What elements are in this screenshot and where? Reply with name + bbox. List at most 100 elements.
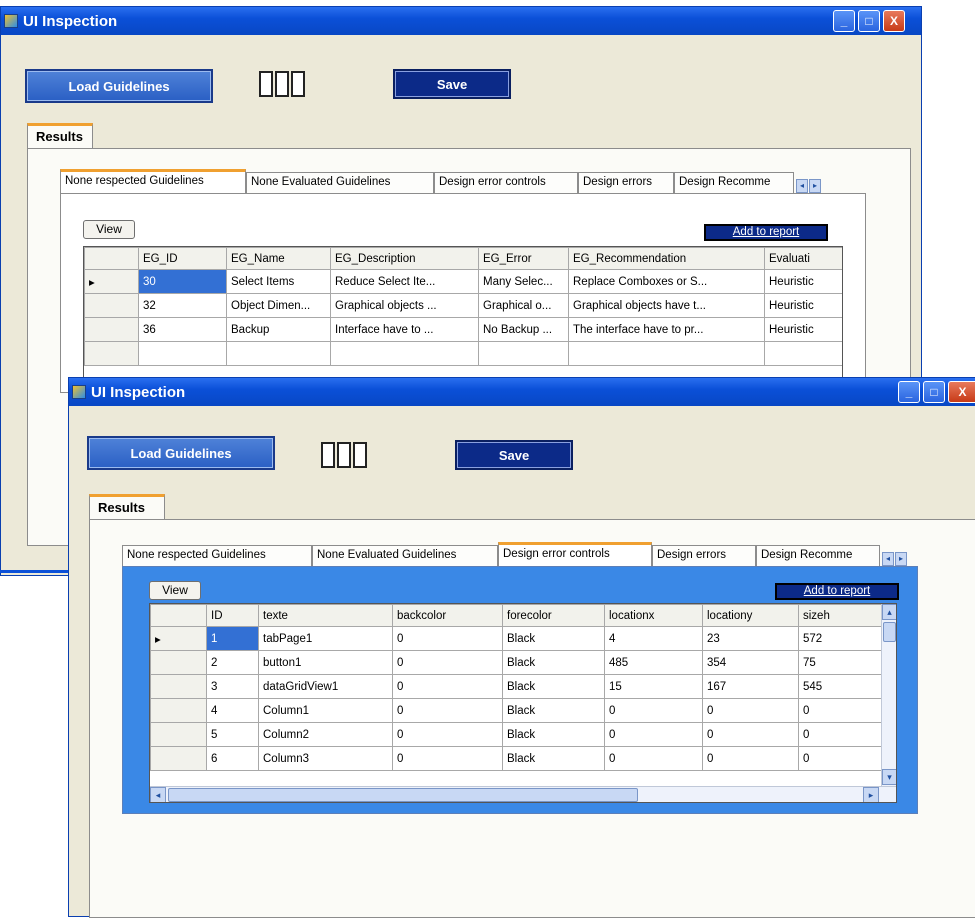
- close-button[interactable]: X: [883, 10, 905, 32]
- scroll-left-icon[interactable]: ◂: [150, 787, 166, 802]
- table-cell[interactable]: Graphical o...: [478, 293, 569, 318]
- table-cell[interactable]: 5: [206, 722, 259, 747]
- column-header[interactable]: backcolor: [392, 604, 503, 627]
- table-cell[interactable]: 23: [702, 626, 799, 651]
- maximize-button[interactable]: □: [923, 381, 945, 403]
- table-cell[interactable]: Select Items: [226, 269, 331, 294]
- tab-none-evaluated[interactable]: None Evaluated Guidelines: [246, 172, 434, 193]
- table-cell[interactable]: 0: [392, 650, 503, 675]
- tab-design-errors[interactable]: Design errors: [652, 545, 756, 566]
- table-cell[interactable]: Black: [502, 722, 605, 747]
- tab-scroll-right-icon[interactable]: ▸: [809, 179, 821, 193]
- tab-results[interactable]: Results: [89, 494, 165, 520]
- table-cell[interactable]: Column3: [258, 746, 393, 771]
- table-row[interactable]: 36 Backup Interface have to ... No Backu…: [84, 317, 842, 342]
- tab-none-respected[interactable]: None respected Guidelines: [122, 545, 312, 566]
- scroll-up-icon[interactable]: ▴: [882, 604, 896, 620]
- column-header[interactable]: forecolor: [502, 604, 605, 627]
- table-row[interactable]: 6 Column3 0 Black 0 0 0: [150, 746, 885, 771]
- table-cell[interactable]: No Backup ...: [478, 317, 569, 342]
- table-cell[interactable]: The interface have to pr...: [568, 317, 765, 342]
- table-cell[interactable]: Heuristic: [764, 293, 842, 318]
- row-pointer-icon[interactable]: ▸: [84, 269, 139, 294]
- row-header[interactable]: [84, 293, 139, 318]
- scroll-right-icon[interactable]: ▸: [863, 787, 879, 802]
- column-header[interactable]: EG_Recommendation: [568, 247, 765, 270]
- vertical-scroll-thumb[interactable]: [883, 622, 896, 642]
- table-row[interactable]: ▸ 1 tabPage1 0 Black 4 23 572: [150, 626, 885, 651]
- table-cell[interactable]: Black: [502, 626, 605, 651]
- view-button[interactable]: View: [149, 581, 201, 600]
- table-cell[interactable]: 0: [392, 722, 503, 747]
- row-header[interactable]: [150, 698, 207, 723]
- table-row[interactable]: 2 button1 0 Black 485 354 75: [150, 650, 885, 675]
- table-cell[interactable]: 0: [798, 698, 885, 723]
- tab-scroll-left-icon[interactable]: ◂: [882, 552, 894, 566]
- table-row[interactable]: [84, 341, 842, 366]
- table-cell[interactable]: Replace Comboxes or S...: [568, 269, 765, 294]
- table-cell[interactable]: 1: [206, 626, 259, 651]
- tab-scroll-right-icon[interactable]: ▸: [895, 552, 907, 566]
- table-cell[interactable]: Black: [502, 746, 605, 771]
- table-cell[interactable]: 32: [138, 293, 227, 318]
- vertical-scrollbar[interactable]: ▴ ▾: [881, 604, 896, 786]
- close-button[interactable]: X: [948, 381, 975, 403]
- horizontal-scrollbar[interactable]: ◂ ▸: [150, 786, 896, 802]
- back-title-bar[interactable]: UI Inspection _ □ X: [1, 7, 921, 35]
- column-header[interactable]: locationy: [702, 604, 799, 627]
- table-cell[interactable]: 545: [798, 674, 885, 699]
- table-cell[interactable]: 6: [206, 746, 259, 771]
- tab-design-recommendations[interactable]: Design Recomme: [674, 172, 794, 193]
- table-cell[interactable]: 36: [138, 317, 227, 342]
- table-cell[interactable]: 0: [392, 626, 503, 651]
- minimize-button[interactable]: _: [833, 10, 855, 32]
- table-cell[interactable]: 572: [798, 626, 885, 651]
- table-cell[interactable]: 0: [702, 722, 799, 747]
- table-cell[interactable]: dataGridView1: [258, 674, 393, 699]
- column-header[interactable]: locationx: [604, 604, 703, 627]
- table-cell[interactable]: Graphical objects ...: [330, 293, 479, 318]
- table-row[interactable]: 32 Object Dimen... Graphical objects ...…: [84, 293, 842, 318]
- column-header[interactable]: EG_Description: [330, 247, 479, 270]
- table-cell[interactable]: 15: [604, 674, 703, 699]
- front-title-bar[interactable]: UI Inspection _ □ X: [69, 378, 975, 406]
- save-button[interactable]: Save: [455, 440, 573, 470]
- column-header[interactable]: EG_ID: [138, 247, 227, 270]
- row-header[interactable]: [150, 674, 207, 699]
- table-cell[interactable]: 0: [702, 746, 799, 771]
- table-cell[interactable]: tabPage1: [258, 626, 393, 651]
- tab-design-error-controls[interactable]: Design error controls: [498, 542, 652, 566]
- table-cell[interactable]: button1: [258, 650, 393, 675]
- minimize-button[interactable]: _: [898, 381, 920, 403]
- table-cell[interactable]: Black: [502, 674, 605, 699]
- maximize-button[interactable]: □: [858, 10, 880, 32]
- table-cell[interactable]: 2: [206, 650, 259, 675]
- table-cell[interactable]: 354: [702, 650, 799, 675]
- table-cell[interactable]: 4: [604, 626, 703, 651]
- table-cell[interactable]: 75: [798, 650, 885, 675]
- tab-design-errors[interactable]: Design errors: [578, 172, 674, 193]
- column-header[interactable]: texte: [258, 604, 393, 627]
- table-cell[interactable]: Black: [502, 650, 605, 675]
- table-cell[interactable]: 0: [392, 746, 503, 771]
- table-cell[interactable]: 30: [138, 269, 227, 294]
- view-button[interactable]: View: [83, 220, 135, 239]
- table-cell[interactable]: 0: [798, 746, 885, 771]
- table-cell[interactable]: Column2: [258, 722, 393, 747]
- table-cell[interactable]: 0: [798, 722, 885, 747]
- save-button[interactable]: Save: [393, 69, 511, 99]
- add-to-report-button[interactable]: Add to report: [775, 583, 899, 600]
- table-cell[interactable]: Backup: [226, 317, 331, 342]
- column-header[interactable]: sizeh: [798, 604, 885, 627]
- table-cell[interactable]: 167: [702, 674, 799, 699]
- table-cell[interactable]: Black: [502, 698, 605, 723]
- row-pointer-icon[interactable]: ▸: [150, 626, 207, 651]
- row-header[interactable]: [150, 746, 207, 771]
- table-cell[interactable]: 485: [604, 650, 703, 675]
- tab-results[interactable]: Results: [27, 123, 93, 149]
- table-cell[interactable]: Many Selec...: [478, 269, 569, 294]
- table-cell[interactable]: Heuristic: [764, 317, 842, 342]
- scroll-down-icon[interactable]: ▾: [882, 769, 896, 785]
- table-cell[interactable]: Reduce Select Ite...: [330, 269, 479, 294]
- row-header[interactable]: [84, 317, 139, 342]
